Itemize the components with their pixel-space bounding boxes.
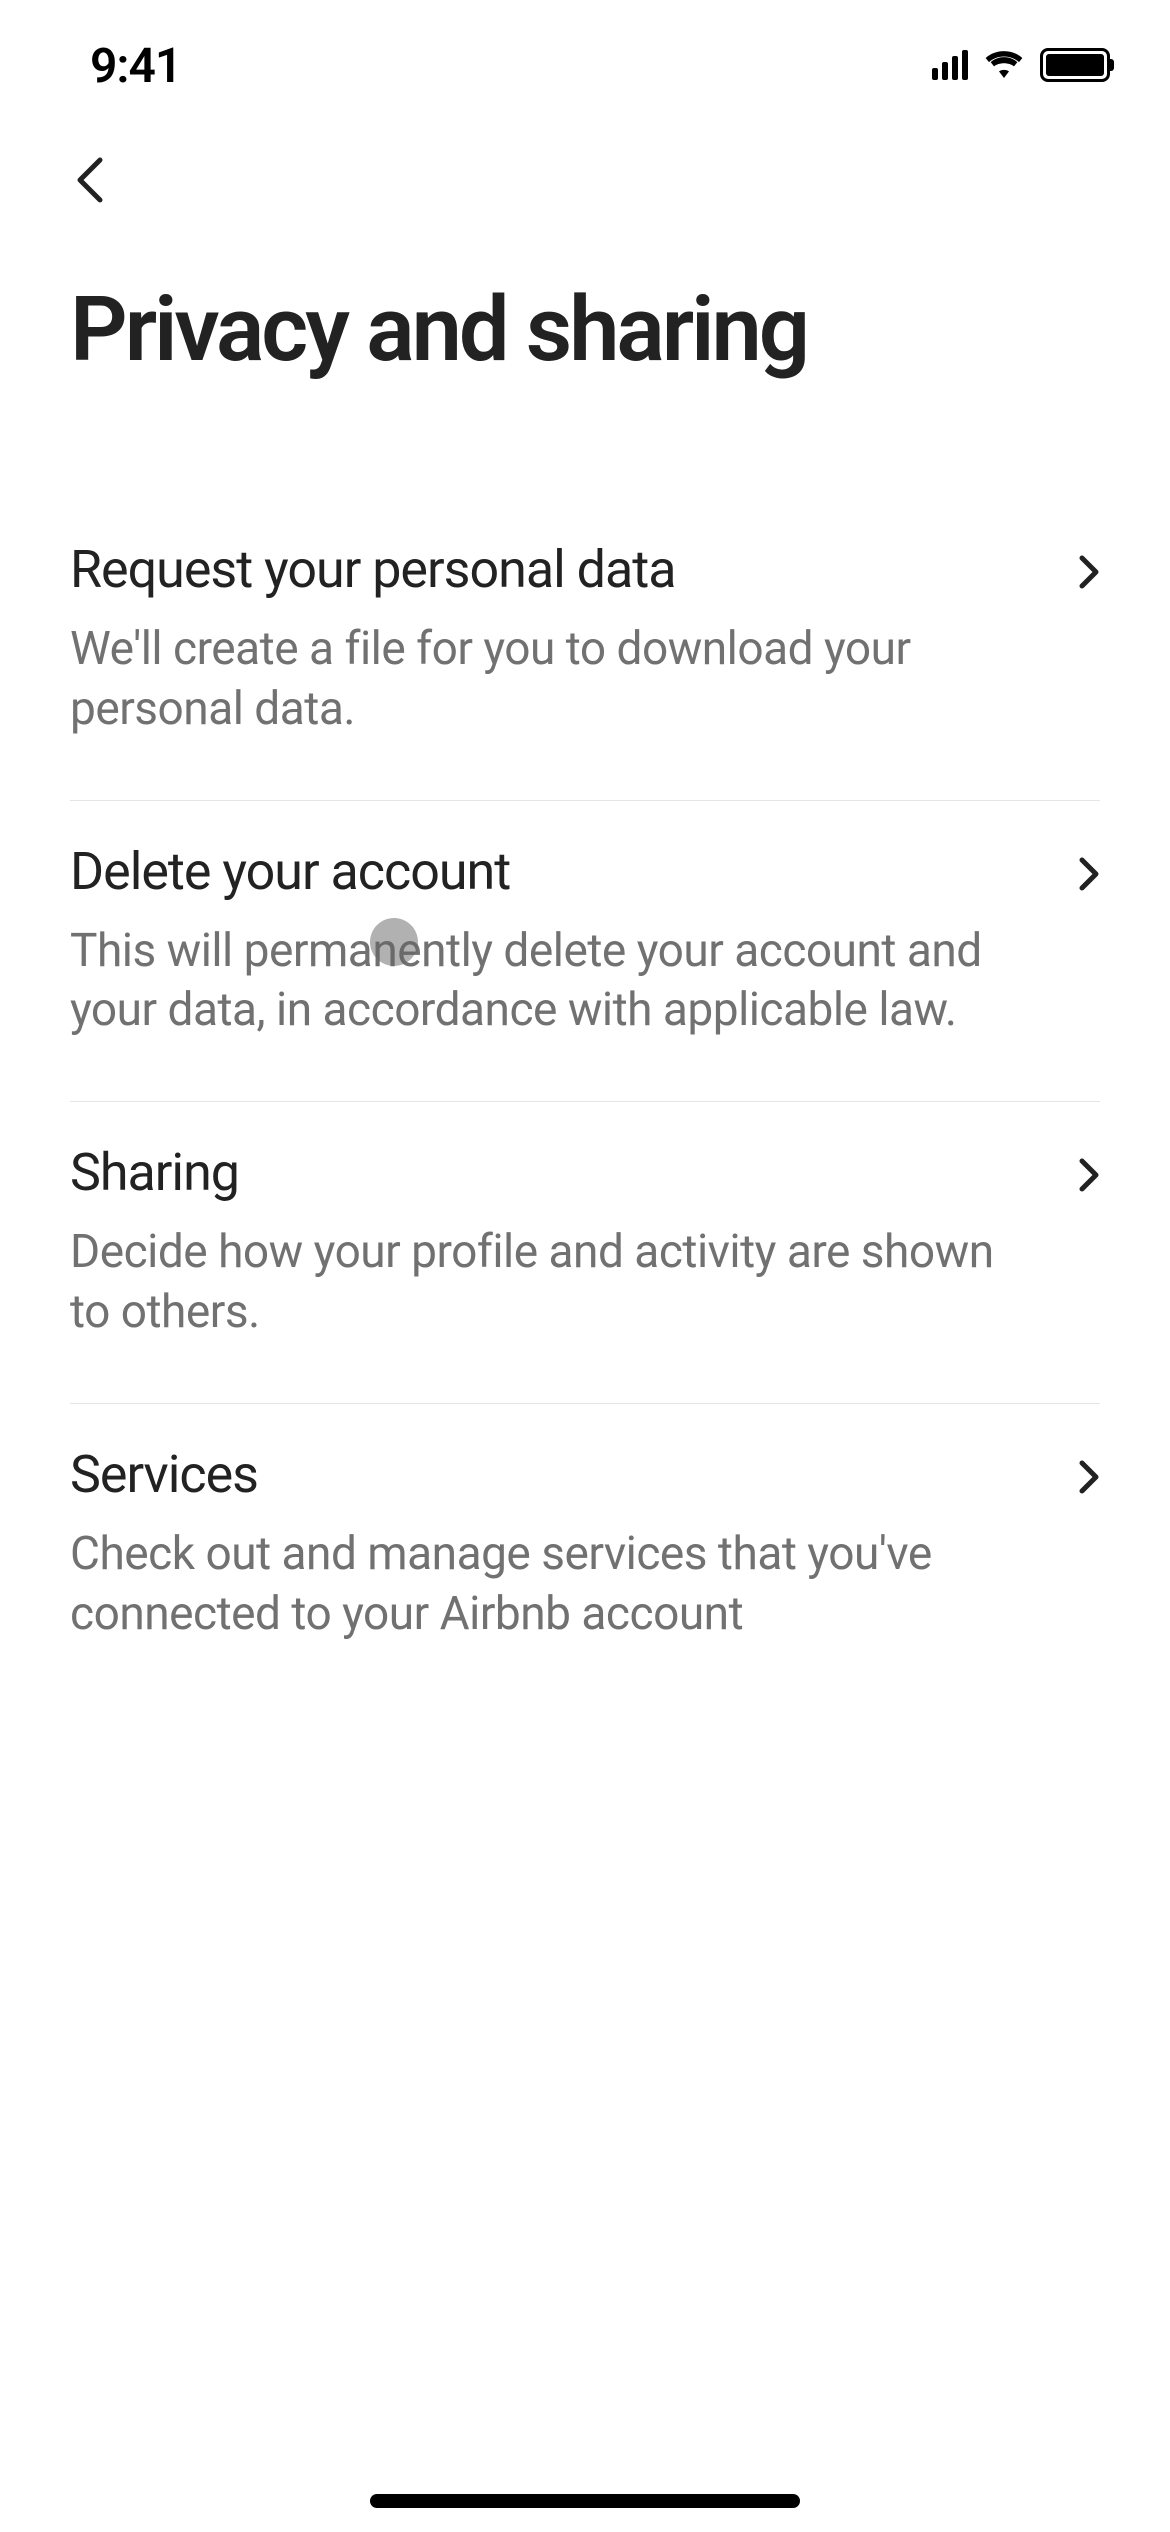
list-item-sharing[interactable]: Sharing Decide how your profile and acti…	[70, 1102, 1100, 1404]
list-item-content: Delete your account This will permanentl…	[70, 841, 1078, 1042]
chevron-right-icon	[1078, 841, 1100, 896]
list-item-content: Request your personal data We'll create …	[70, 539, 1078, 740]
home-indicator[interactable]	[370, 2494, 800, 2508]
list-item-services[interactable]: Services Check out and manage services t…	[70, 1404, 1100, 1705]
list-item-title: Services	[70, 1444, 1038, 1505]
status-bar: 9:41	[0, 0, 1170, 100]
list-item-description: Decide how your profile and activity are…	[70, 1223, 1038, 1343]
chevron-right-icon	[1078, 1142, 1100, 1197]
main-content: Privacy and sharing Request your persona…	[0, 240, 1170, 1704]
page-title: Privacy and sharing	[70, 280, 1100, 379]
list-item-title: Sharing	[70, 1142, 1038, 1203]
list-item-description: We'll create a file for you to download …	[70, 620, 1038, 740]
nav-bar	[0, 100, 1170, 240]
list-item-delete-account[interactable]: Delete your account This will permanentl…	[70, 801, 1100, 1103]
chevron-right-icon	[1078, 1444, 1100, 1499]
list-item-description: This will permanently delete your accoun…	[70, 922, 1038, 1042]
list-item-title: Request your personal data	[70, 539, 1038, 600]
cellular-signal-icon	[932, 50, 968, 80]
status-icons	[932, 47, 1110, 83]
list-item-content: Sharing Decide how your profile and acti…	[70, 1142, 1078, 1343]
list-item-title: Delete your account	[70, 841, 1038, 902]
back-button[interactable]	[70, 160, 110, 200]
status-time: 9:41	[90, 37, 181, 94]
list-item-request-data[interactable]: Request your personal data We'll create …	[70, 499, 1100, 801]
wifi-icon	[984, 47, 1024, 83]
chevron-right-icon	[1078, 539, 1100, 594]
battery-icon	[1040, 48, 1110, 82]
chevron-left-icon	[76, 156, 104, 204]
list-item-content: Services Check out and manage services t…	[70, 1444, 1078, 1645]
list-item-description: Check out and manage services that you'v…	[70, 1525, 1038, 1645]
